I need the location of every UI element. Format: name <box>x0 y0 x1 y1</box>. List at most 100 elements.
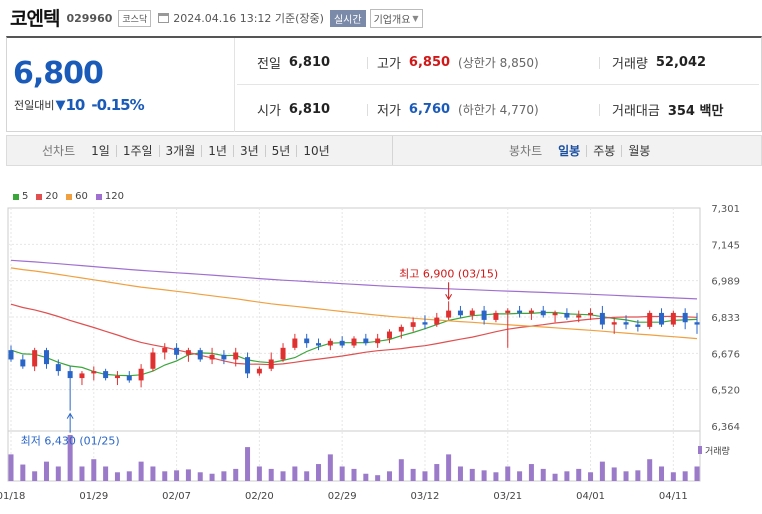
x-tick-label: 01/29 <box>79 491 108 502</box>
volume-bar <box>138 461 144 481</box>
legend-swatch <box>95 193 102 200</box>
price-change: 전일대비 ▼ 10 -0.15% <box>14 96 145 114</box>
volume: 거래량 52,042 <box>612 53 706 72</box>
volume-bar <box>434 464 440 481</box>
period-3m[interactable]: 3개월 <box>158 144 202 157</box>
candle-body <box>8 350 14 360</box>
period-1w[interactable]: 1주일 <box>115 144 159 157</box>
day-high: 고가 6,850 (상한가 8,850) <box>377 53 539 72</box>
candle-body <box>682 312 688 323</box>
period-1d[interactable]: 1일 <box>85 145 116 157</box>
period-5y[interactable]: 5년 <box>264 144 297 157</box>
stock-name: 코엔텍 <box>10 7 60 30</box>
change-percent: -0.15% <box>91 96 144 114</box>
volume-bar <box>422 471 428 481</box>
volume-bar <box>528 464 534 481</box>
period-selector: 선차트 1일 1주일 3개월 1년 3년 5년 10년 봉차트 일봉 주봉 월봉 <box>6 135 762 166</box>
row-divider <box>237 84 759 85</box>
low-annotation: 최저 6,430 (01/25) <box>21 435 120 448</box>
line-chart-label: 선차트 <box>42 144 76 158</box>
upper-limit: (상한가 8,850) <box>458 56 539 70</box>
candle-body <box>351 338 357 346</box>
volume-bar <box>481 470 487 481</box>
legend-swatch <box>66 193 73 200</box>
candle-body <box>446 310 452 318</box>
candle-body <box>126 375 132 381</box>
volume-bar <box>469 468 475 481</box>
candle-body <box>375 338 381 344</box>
volume-label: 거래량 <box>612 57 648 72</box>
candle-body <box>162 347 168 353</box>
candle-body <box>103 371 109 379</box>
period-10y[interactable]: 10년 <box>296 144 335 157</box>
candle-body <box>185 350 191 355</box>
candle-body <box>505 310 511 313</box>
candle-body <box>670 312 676 325</box>
x-tick-label: 04/11 <box>659 491 688 502</box>
realtime-button[interactable]: 실시간 <box>329 9 366 27</box>
candle-body <box>517 310 523 313</box>
period-3y[interactable]: 3년 <box>232 144 265 157</box>
candle-body <box>292 338 298 348</box>
high-value: 6,850 <box>408 55 451 70</box>
y-tick-label: 6,989 <box>711 277 740 288</box>
volume-bar <box>363 473 369 481</box>
change-value: 10 <box>65 96 85 114</box>
candle-weekly[interactable]: 주봉 <box>586 144 621 157</box>
candle-body <box>410 322 416 327</box>
candle-body <box>576 315 582 318</box>
volume-bar <box>304 471 310 481</box>
volume-bar <box>588 472 594 481</box>
candle-body <box>174 347 180 355</box>
volume-bar <box>682 471 688 481</box>
candle-body <box>363 338 369 344</box>
candle-body <box>493 312 499 320</box>
candle-body <box>221 354 227 360</box>
x-tick-label: 01/18 <box>0 491 25 502</box>
volume-bar <box>185 469 191 481</box>
volume-bar <box>233 468 239 481</box>
period-1y[interactable]: 1년 <box>201 144 233 157</box>
prev-close: 전일 6,810 <box>257 53 330 72</box>
candlestick-chart[interactable]: 7,301 7,145 6,989 6,833 6,676 6,520 6,364 01/18… <box>0 200 762 514</box>
y-tick-label: 6,520 <box>711 386 740 397</box>
candle-body <box>233 352 239 360</box>
quote-panel: 6,800 전일대비 ▼ 10 -0.15% 전일 6,810 고가 6,850 (상… <box>6 36 762 132</box>
volume-bar <box>292 466 298 481</box>
quote-datetime: 2024.04.16 13:12 기준(장중) <box>173 12 324 25</box>
volume-bar <box>197 472 203 481</box>
volume-bar <box>209 473 215 481</box>
candle-body <box>528 310 534 313</box>
candle-body <box>327 340 333 346</box>
candle-body <box>552 312 558 316</box>
volume-bar <box>398 459 404 481</box>
candle-body <box>197 350 203 360</box>
volume-bar <box>635 470 641 481</box>
volume-bar <box>599 461 605 481</box>
lower-limit: (하한가 4,770) <box>458 103 539 117</box>
day-low: 저가 6,760 (하한가 4,770) <box>377 100 539 119</box>
candle-monthly[interactable]: 월봉 <box>621 144 656 157</box>
change-label: 전일대비 <box>14 99 55 112</box>
y-tick-label: 7,145 <box>711 240 740 251</box>
volume-bar <box>221 471 227 481</box>
volume-bar <box>114 472 120 481</box>
candle-body <box>694 322 700 325</box>
line-chart-periods: 선차트 1일 1주일 3개월 1년 3년 5년 10년 <box>42 142 336 159</box>
volume-bar <box>280 471 286 481</box>
x-tick-label: 02/20 <box>245 491 274 502</box>
volume-bar <box>446 454 452 481</box>
candle-body <box>588 312 594 316</box>
volume-bar <box>245 447 251 481</box>
candle-body <box>91 371 97 374</box>
divider <box>599 57 600 69</box>
volume-bar <box>256 466 262 481</box>
company-info-dropdown[interactable]: 기업개요 ▼ <box>369 8 423 28</box>
candle-daily[interactable]: 일봉 <box>552 145 586 157</box>
price-summary: 6,800 전일대비 ▼ 10 -0.15% <box>7 38 235 132</box>
y-tick-label: 6,833 <box>711 313 740 324</box>
ma120-line <box>10 259 698 300</box>
volume-bar <box>623 471 629 481</box>
candle-body <box>386 331 392 339</box>
volume-value: 52,042 <box>655 55 707 70</box>
